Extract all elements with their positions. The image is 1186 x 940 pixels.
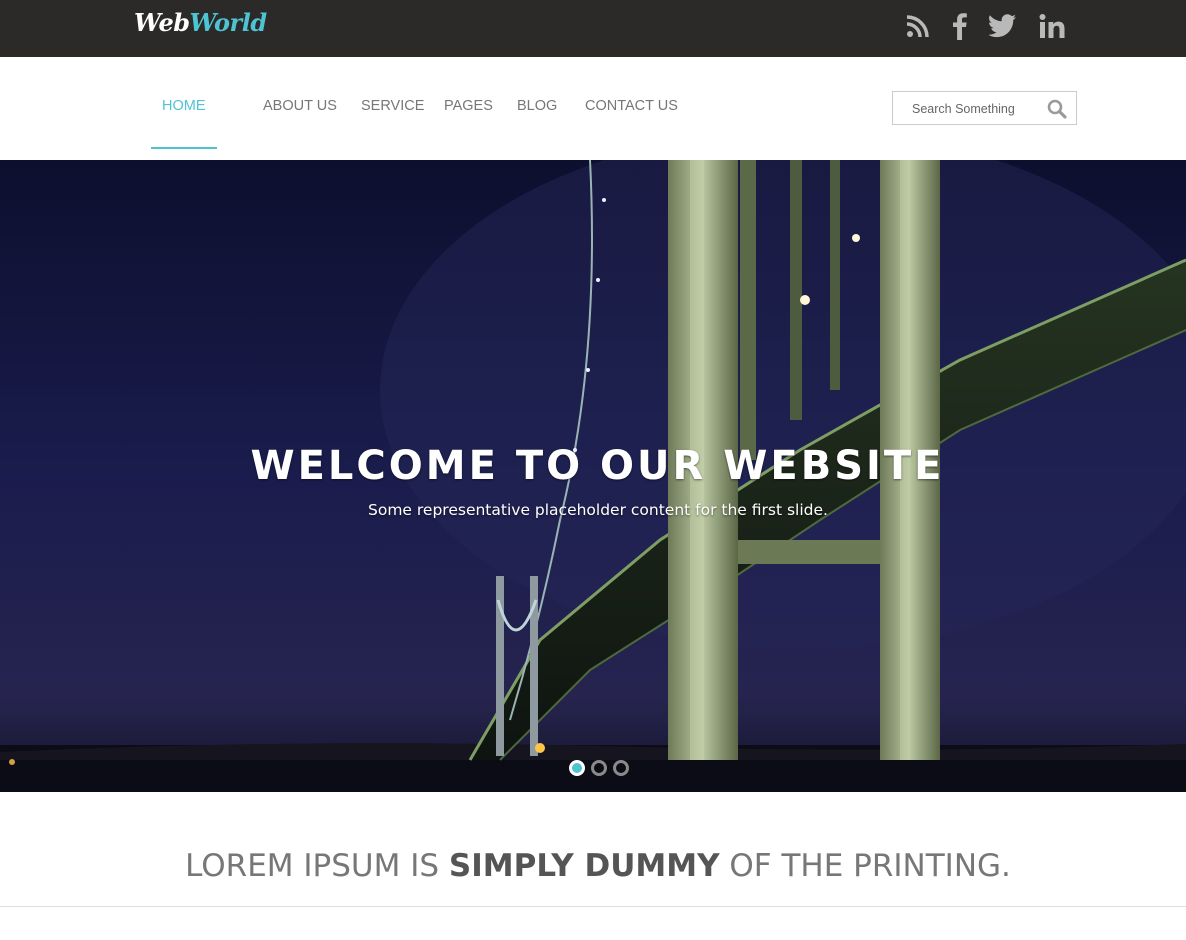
nav-item-pages[interactable]: PAGES (444, 98, 493, 114)
search-input[interactable] (912, 99, 1042, 119)
heading-lead: LOREM IPSUM IS (185, 848, 449, 884)
hero-title: WELCOME TO OUR WEBSITE (250, 443, 945, 489)
nav-item-about-us[interactable]: ABOUT US (263, 98, 337, 114)
linkedin-icon[interactable] (1036, 10, 1068, 42)
logo-text-web: Web (134, 8, 190, 37)
logo-text-world: World (189, 8, 268, 37)
slide-indicator-1[interactable] (569, 760, 585, 776)
slide-indicator-3[interactable] (613, 760, 629, 776)
nav-item-home[interactable]: HOME (162, 98, 206, 114)
facebook-icon[interactable] (948, 10, 972, 42)
section-divider (0, 906, 1186, 907)
slide-indicator-2[interactable] (591, 760, 607, 776)
rss-icon[interactable] (904, 10, 932, 42)
nav-item-blog[interactable]: BLOG (517, 98, 557, 114)
section-heading: LOREM IPSUM IS SIMPLY DUMMY OF THE PRINT… (0, 848, 1186, 884)
twitter-icon[interactable] (988, 10, 1018, 42)
nav-item-service[interactable]: SERVICE (361, 98, 424, 114)
heading-emphasis: SIMPLY DUMMY (448, 848, 720, 884)
top-bar: WebWorld (0, 0, 1186, 57)
search-box (892, 91, 1077, 125)
nav-item-contact-us[interactable]: CONTACT US (585, 98, 678, 114)
hero-slider: WELCOME TO OUR WEBSITE Some representati… (0, 160, 1186, 792)
search-icon[interactable] (1047, 99, 1067, 119)
logo[interactable]: WebWorld (134, 8, 267, 37)
hero-subtitle: Some representative placeholder content … (368, 501, 828, 519)
main-nav: HOME ABOUT US SERVICE PAGES BLOG CONTACT… (0, 57, 1186, 160)
heading-trail: OF THE PRINTING. (719, 848, 1011, 884)
active-nav-indicator (151, 147, 217, 149)
